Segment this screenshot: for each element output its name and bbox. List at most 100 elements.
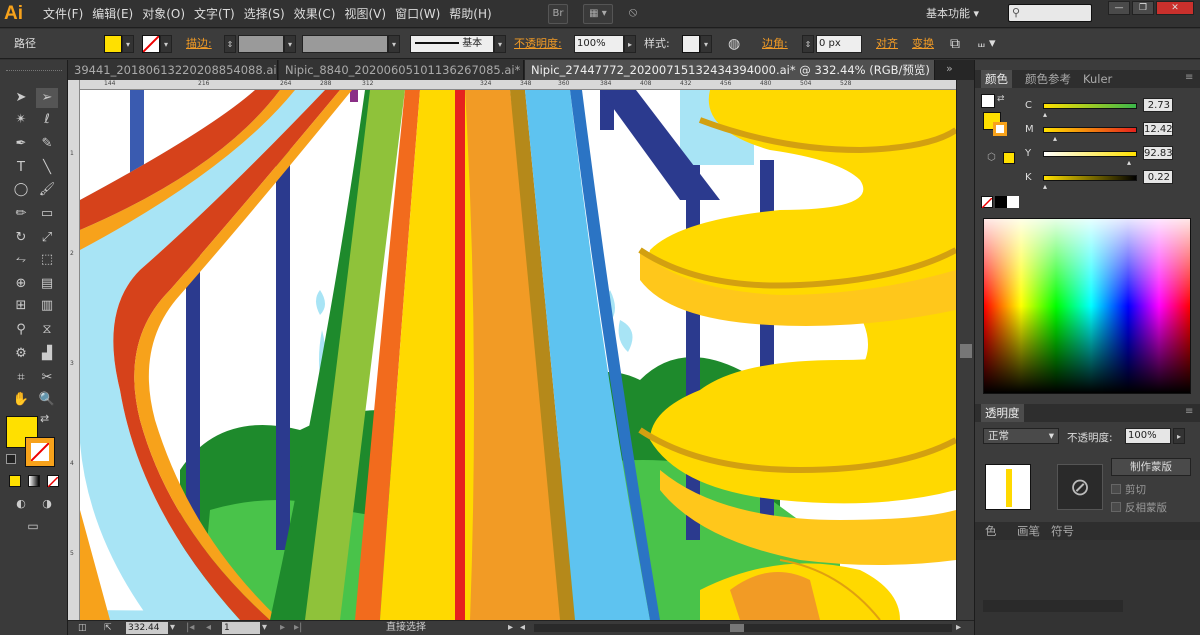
black-color-chip[interactable] — [995, 196, 1007, 208]
stroke-label[interactable]: 描边: — [186, 35, 212, 53]
toolbox-grip[interactable] — [6, 70, 62, 72]
stroke-color-swatch[interactable] — [25, 437, 55, 467]
fill-swatch[interactable] — [104, 35, 122, 53]
water-slide-artwork[interactable] — [80, 90, 956, 620]
scrollbar-thumb[interactable] — [730, 624, 744, 632]
transform-link[interactable]: 变换 — [912, 35, 934, 53]
status-menu-icon[interactable]: ▸ — [508, 621, 513, 635]
black-slider-handle[interactable]: ▴ — [1043, 182, 1047, 191]
gradient-mode-icon[interactable] — [28, 475, 40, 487]
zoom-dropdown-icon[interactable]: ⇱ — [104, 621, 112, 635]
tab-color[interactable]: 颜色 — [981, 70, 1012, 88]
first-artboard-icon[interactable]: |◂ — [186, 621, 194, 635]
artboard-dropdown-icon[interactable]: ▾ — [262, 621, 267, 635]
cyan-value[interactable]: 2.73 — [1143, 98, 1173, 112]
stroke-weight-dropdown-icon[interactable]: ▾ — [284, 35, 296, 53]
bridge-button[interactable]: Br — [548, 4, 568, 24]
zoom-tool-icon[interactable]: 🔍 — [36, 390, 58, 410]
eraser-tool-icon[interactable]: ▭ — [36, 204, 58, 224]
corner-field[interactable]: 0 px — [816, 35, 862, 53]
gamut-color-chip[interactable] — [1003, 152, 1015, 164]
corner-stepper[interactable]: ⇕ — [802, 35, 814, 53]
color-mode-icon[interactable] — [9, 475, 21, 487]
invert-mask-checkbox[interactable] — [1111, 502, 1121, 512]
opacity-arrow-icon[interactable]: ▸ — [624, 35, 636, 53]
horizontal-scrollbar[interactable] — [534, 624, 952, 632]
no-mask-icon[interactable]: ⊘ — [1057, 464, 1103, 510]
default-colors-icon[interactable] — [6, 454, 16, 464]
fill-dropdown-icon[interactable]: ▾ — [122, 35, 134, 53]
black-slider[interactable] — [1043, 175, 1137, 181]
width-tool-icon[interactable]: ⥊ — [10, 250, 32, 270]
black-value[interactable]: 0.22 — [1143, 170, 1173, 184]
cyan-slider-handle[interactable]: ▴ — [1043, 110, 1047, 119]
mini-fill-icon[interactable] — [981, 94, 995, 108]
none-mode-icon[interactable] — [47, 475, 59, 488]
menu-type[interactable]: 文字(T) — [191, 0, 238, 28]
menu-object[interactable]: 对象(O) — [139, 0, 188, 28]
gpu-performance-icon[interactable]: ⦸ — [622, 4, 644, 24]
stroke-weight-stepper[interactable]: ⇕ — [224, 35, 236, 53]
slice-tool-icon[interactable]: ✂ — [36, 368, 58, 388]
menu-edit[interactable]: 编辑(E) — [89, 0, 136, 28]
magenta-slider[interactable] — [1043, 127, 1137, 133]
close-icon[interactable]: ✕ — [1156, 1, 1194, 15]
blend-tool-icon[interactable]: ⧖ — [36, 320, 58, 340]
opacity-arrow-icon[interactable]: ▸ — [1173, 428, 1185, 444]
recolor-icon[interactable]: ◍ — [728, 35, 740, 53]
stroke-swatch[interactable] — [142, 35, 160, 53]
profile-dropdown-icon[interactable]: ▾ — [388, 35, 400, 53]
brush-dropdown-icon[interactable]: ▾ — [494, 35, 506, 53]
opacity-field[interactable]: 100% — [574, 35, 624, 53]
minimize-icon[interactable]: — — [1108, 1, 1130, 15]
tab-kuler[interactable]: Kuler — [1079, 70, 1116, 88]
type-tool-icon[interactable]: T — [10, 158, 32, 178]
tab-overflow-icon[interactable]: » — [946, 62, 953, 75]
scale-tool-icon[interactable]: ⤢ — [36, 228, 58, 248]
menu-select[interactable]: 选择(S) — [241, 0, 288, 28]
draw-mode-icon[interactable]: ◐ — [10, 494, 32, 514]
yellow-slider-handle[interactable]: ▴ — [1127, 158, 1131, 167]
vertical-scrollbar[interactable] — [956, 80, 974, 620]
perspective-grid-tool-icon[interactable]: ▤ — [36, 274, 58, 294]
corner-label[interactable]: 边角: — [762, 35, 788, 53]
brush-tool-icon[interactable]: 🖌 — [36, 180, 58, 200]
panel-menu-icon[interactable]: ≡ — [1185, 72, 1193, 83]
next-artboard-icon[interactable]: ▸ — [280, 621, 285, 635]
gradient-tool-icon[interactable]: ▥ — [36, 296, 58, 316]
scroll-left-icon[interactable]: ◂ — [520, 621, 525, 635]
panel-options-icon[interactable]: ⧢ ▾ — [978, 35, 995, 53]
symbol-sprayer-tool-icon[interactable]: ⚙ — [10, 344, 32, 364]
shape-builder-tool-icon[interactable]: ⊕ — [10, 274, 32, 294]
blend-mode-select[interactable]: 正常 ▾ — [983, 428, 1059, 444]
clip-checkbox[interactable] — [1111, 484, 1121, 494]
menu-help[interactable]: 帮助(H) — [446, 0, 494, 28]
selection-tool-icon[interactable]: ➤ — [10, 88, 32, 108]
draw-behind-icon[interactable]: ◑ — [36, 494, 58, 514]
tab-symbols[interactable]: 符号 — [1047, 522, 1078, 540]
last-artboard-icon[interactable]: ▸| — [294, 621, 302, 635]
graphic-style-swatch[interactable] — [682, 35, 700, 53]
mesh-tool-icon[interactable]: ⊞ — [10, 296, 32, 316]
pencil-tool-icon[interactable]: ✏ — [10, 204, 32, 224]
tab-color-guide[interactable]: 颜色参考 — [1021, 70, 1075, 88]
menu-file[interactable]: 文件(F) — [40, 0, 86, 28]
eyedropper-tool-icon[interactable]: ⚲ — [10, 320, 32, 340]
artboard-field[interactable]: 1 — [222, 622, 260, 634]
line-tool-icon[interactable]: ╲ — [36, 158, 58, 178]
hand-tool-icon[interactable]: ✋ — [10, 390, 32, 410]
graph-tool-icon[interactable]: ▟ — [36, 344, 58, 364]
tab-brushes[interactable]: 画笔 — [1013, 522, 1044, 540]
isolate-icon[interactable]: ⧉ — [950, 35, 960, 53]
free-transform-tool-icon[interactable]: ⬚ — [36, 250, 58, 270]
tab-transparency[interactable]: 透明度 — [981, 404, 1024, 422]
panel-menu-icon[interactable]: ≡ — [1185, 406, 1193, 417]
menu-window[interactable]: 窗口(W) — [392, 0, 443, 28]
artboard-canvas[interactable] — [80, 90, 956, 620]
swap-colors-icon[interactable]: ⇄ — [997, 94, 1005, 104]
arrange-documents-icon[interactable]: ▦ ▾ — [583, 4, 613, 24]
tab-document-1[interactable]: 39441_20180613220208854088.ai*× — [68, 60, 278, 80]
prev-artboard-icon[interactable]: ◂ — [206, 621, 211, 635]
opacity-label[interactable]: 不透明度: — [514, 35, 562, 53]
curvature-tool-icon[interactable]: ✎ — [36, 134, 58, 154]
